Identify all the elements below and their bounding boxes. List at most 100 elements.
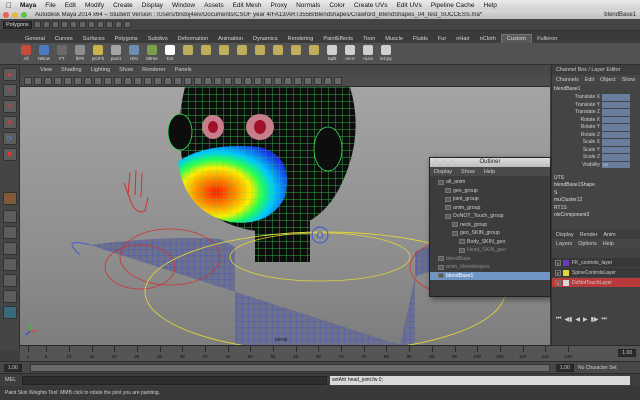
command-input[interactable] xyxy=(22,376,327,385)
render-icon[interactable] xyxy=(114,21,122,28)
shelf-tab-polygons[interactable]: Polygons xyxy=(110,35,143,43)
layer-color-swatch[interactable] xyxy=(563,269,569,276)
paint-select-tool-icon[interactable]: ✎ xyxy=(2,100,17,113)
panel-tool-icon[interactable] xyxy=(314,76,322,85)
shelf-tool-button-14[interactable] xyxy=(272,43,284,56)
layer-row[interactable]: V SpineControlsLayer xyxy=(552,268,640,277)
outliner-menu-help[interactable]: Help xyxy=(484,169,495,175)
layer-row[interactable]: V DoNotTouchLayer xyxy=(552,278,640,287)
panel-tool-icon[interactable] xyxy=(44,76,52,85)
panel-tool-icon[interactable] xyxy=(104,76,112,85)
select-object-icon[interactable] xyxy=(69,21,77,28)
range-bar[interactable] xyxy=(30,364,550,372)
shelf-tool-hlst[interactable]: Hlst xyxy=(128,43,140,61)
channel-menu-channels[interactable]: Channels xyxy=(556,77,579,83)
channel-attribute[interactable]: Scale Z xyxy=(552,154,640,162)
menu-pipeline-cache[interactable]: Pipeline Cache xyxy=(431,2,475,9)
play-forward-icon[interactable]: ▶ xyxy=(583,316,588,323)
two-view-layout-icon[interactable] xyxy=(2,242,17,255)
outliner-menu-display[interactable]: Display xyxy=(434,169,452,175)
shelf-tab-deformation[interactable]: Deformation xyxy=(173,35,213,43)
shelf-tool-ft-fk[interactable]: ft/Fk xyxy=(74,43,86,61)
panel-tool-icon[interactable] xyxy=(284,76,292,85)
shelf-tab-painteffects[interactable]: PaintEffects xyxy=(318,35,358,43)
shelf-tool-recv[interactable]: recV xyxy=(344,43,356,61)
panel-menu-lighting[interactable]: Lighting xyxy=(91,67,111,73)
menu-normals[interactable]: Normals xyxy=(296,2,320,9)
attribute-value-field[interactable] xyxy=(602,146,630,153)
minimize-window-button[interactable] xyxy=(12,11,18,18)
panel-tool-icon[interactable] xyxy=(324,76,332,85)
channel-attribute[interactable]: Visibility on xyxy=(552,161,640,169)
panel-tool-icon[interactable] xyxy=(304,76,312,85)
outliner-window[interactable]: Outliner Display Show Help all_anim geo_g… xyxy=(429,157,551,297)
step-forward-icon[interactable]: ▮▶ xyxy=(591,316,599,323)
panel-tool-icon[interactable] xyxy=(184,76,192,85)
shelf-tool-all[interactable]: All xyxy=(20,43,32,61)
panel-menu-renderer[interactable]: Renderer xyxy=(142,67,165,73)
attribute-value-field[interactable] xyxy=(602,131,630,138)
panel-tool-icon[interactable] xyxy=(174,76,182,85)
menu-app-maya[interactable]: Maya xyxy=(20,2,36,9)
shelf-tool-nbow[interactable]: NBow xyxy=(38,43,50,61)
outliner-item[interactable]: Head_SKIN_geo xyxy=(430,246,550,255)
panel-menu-panels[interactable]: Panels xyxy=(175,67,192,73)
attribute-value-field[interactable] xyxy=(602,139,630,146)
snap-curve-icon[interactable] xyxy=(96,21,104,28)
shelf-tab-nhair[interactable]: nHair xyxy=(451,35,474,43)
outliner-item[interactable]: DoNOT_Touch_group xyxy=(430,212,550,221)
outliner-item[interactable]: neck_group xyxy=(430,221,550,230)
new-scene-icon[interactable] xyxy=(33,21,41,28)
shelf-tab-toon[interactable]: Toon xyxy=(358,35,380,43)
panel-tool-icon[interactable] xyxy=(274,76,282,85)
panel-tool-icon[interactable] xyxy=(234,76,242,85)
shelf-tab-rendering[interactable]: Rendering xyxy=(283,35,319,43)
outliner-item[interactable]: geo_SKIN_group xyxy=(430,229,550,238)
close-window-button[interactable] xyxy=(3,11,9,18)
panel-tool-icon[interactable] xyxy=(124,76,132,85)
shelf-tab-fluids[interactable]: Fluids xyxy=(408,35,433,43)
panel-tool-icon[interactable] xyxy=(84,76,92,85)
outliner-item[interactable]: all_anim xyxy=(430,178,550,187)
channel-attribute[interactable]: Scale Y xyxy=(552,146,640,154)
time-slider[interactable]: 1 5 10 15 20 25 30 35 40 45 50 55 60 65 70 75 80 85 90 95 10… xyxy=(20,345,640,361)
range-end-field[interactable]: 1.00 xyxy=(556,364,574,372)
shelf-tool-button-10[interactable] xyxy=(200,43,212,56)
channel-attribute[interactable]: Translate X xyxy=(552,94,640,102)
range-start-field[interactable]: 1.00 xyxy=(4,364,22,372)
layer-tab-render[interactable]: Render xyxy=(580,232,598,238)
snap-grid-icon[interactable] xyxy=(87,21,95,28)
open-scene-icon[interactable] xyxy=(42,21,50,28)
panel-tool-icon[interactable] xyxy=(144,76,152,85)
scale-tool-icon[interactable]: ■ xyxy=(2,148,17,161)
outliner-item[interactable]: blendBase xyxy=(430,255,550,264)
layer-tab-display[interactable]: Display xyxy=(556,232,574,238)
outliner-item[interactable]: Body_SKIN_geo xyxy=(430,238,550,247)
shelf-tool-split[interactable]: Split xyxy=(326,43,338,61)
channel-section-label[interactable]: RT1S xyxy=(552,205,640,213)
shelf-tab-ncloth[interactable]: nCloth xyxy=(475,35,501,43)
channel-section-label[interactable]: muCluster12 xyxy=(552,197,640,205)
zoom-window-button[interactable] xyxy=(21,11,27,18)
attribute-value-field[interactable] xyxy=(602,101,630,108)
panel-tool-icon[interactable] xyxy=(194,76,202,85)
channel-attribute[interactable]: Rotate Y xyxy=(552,124,640,132)
layer-visibility-toggle[interactable]: V xyxy=(555,269,561,276)
graph-layout-icon[interactable] xyxy=(2,274,17,287)
four-view-layout-icon[interactable] xyxy=(2,226,17,239)
channel-section-label[interactable]: S xyxy=(552,190,640,198)
snap-point-icon[interactable] xyxy=(105,21,113,28)
step-back-icon[interactable]: ◀▮ xyxy=(564,316,572,323)
shelf-tool-button-13[interactable] xyxy=(254,43,266,56)
layer-tab-anim[interactable]: Anim xyxy=(603,232,615,238)
shelf-tool-ext[interactable]: Ext xyxy=(164,43,176,61)
panel-tool-icon[interactable] xyxy=(64,76,72,85)
single-view-layout-icon[interactable] xyxy=(2,210,17,223)
shelf-tool-button-11[interactable] xyxy=(218,43,230,56)
go-to-start-icon[interactable]: ⏮ xyxy=(556,316,561,323)
outliner-menu-show[interactable]: Show xyxy=(461,169,475,175)
panel-menu-show[interactable]: Show xyxy=(119,67,133,73)
layer-menu-help[interactable]: Help xyxy=(603,241,614,247)
menu-assets[interactable]: Assets xyxy=(204,2,224,9)
layer-menu-options[interactable]: Options xyxy=(578,241,597,247)
